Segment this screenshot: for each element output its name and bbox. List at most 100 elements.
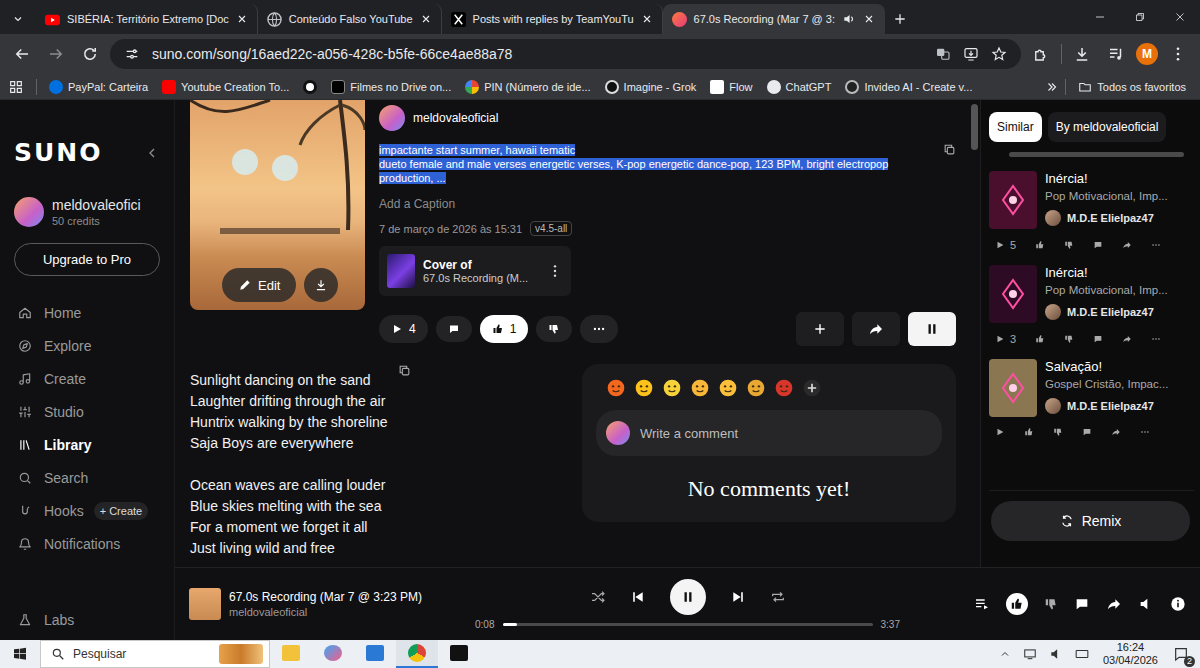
forward-icon[interactable]: [42, 40, 70, 68]
panel-tab[interactable]: By meldovaleoficial: [1048, 112, 1167, 142]
suno-logo[interactable]: SUNO: [14, 138, 102, 167]
speaker-icon[interactable]: [842, 12, 856, 26]
taskbar-app[interactable]: [312, 640, 354, 668]
install-app-icon[interactable]: [963, 46, 979, 62]
media-control-icon[interactable]: [1102, 40, 1130, 68]
copy-lyrics-icon[interactable]: [398, 364, 411, 377]
thumbs-up-icon[interactable]: [1035, 334, 1045, 344]
bookmark[interactable]: PayPal: Carteira: [43, 80, 154, 94]
tray-expand-icon[interactable]: [999, 648, 1011, 660]
new-tab-button[interactable]: [885, 4, 915, 34]
reaction-emoji-icon[interactable]: [690, 378, 710, 398]
nav-item[interactable]: Home: [14, 296, 160, 329]
comment-button[interactable]: [436, 316, 472, 342]
profile-button[interactable]: M: [1136, 43, 1158, 65]
reaction-emoji-icon[interactable]: [746, 378, 766, 398]
download-button[interactable]: [304, 268, 338, 302]
taskbar-app[interactable]: [354, 640, 396, 668]
comment-icon[interactable]: [1093, 240, 1103, 250]
comment-icon[interactable]: [1074, 596, 1090, 612]
more-button[interactable]: [580, 315, 618, 343]
previous-icon[interactable]: [630, 589, 646, 605]
reaction-emoji-icon[interactable]: [606, 378, 626, 398]
repeat-icon[interactable]: [770, 589, 786, 605]
next-icon[interactable]: [730, 589, 746, 605]
like-button[interactable]: 1: [480, 315, 529, 343]
bookmark[interactable]: Flow: [704, 80, 758, 94]
queue-icon[interactable]: [974, 596, 990, 612]
play-count-button[interactable]: 4: [379, 315, 428, 343]
reaction-emoji-icon[interactable]: [662, 378, 682, 398]
panel-tab[interactable]: Similar: [989, 112, 1042, 142]
back-icon[interactable]: [8, 40, 36, 68]
close-tab-icon[interactable]: [420, 13, 432, 25]
player-like-button[interactable]: [1006, 593, 1028, 615]
copy-icon[interactable]: [943, 143, 956, 156]
bookmark[interactable]: Invideo AI - Create v...: [839, 80, 978, 94]
upgrade-button[interactable]: Upgrade to Pro: [14, 243, 160, 276]
more-dots-icon[interactable]: [1151, 240, 1161, 250]
browser-tab[interactable]: Conteúdo Falso YouTube: [258, 4, 442, 34]
labs-item[interactable]: Labs: [14, 603, 160, 636]
bookmark[interactable]: [297, 80, 323, 94]
network-icon[interactable]: [1023, 647, 1037, 661]
play-button[interactable]: [995, 427, 1005, 437]
thumbs-down-icon[interactable]: [1053, 427, 1063, 437]
page-scrollbar[interactable]: [968, 100, 980, 567]
remix-button[interactable]: Remix: [991, 501, 1190, 541]
download-icon[interactable]: [1068, 40, 1096, 68]
play-button[interactable]: 5: [995, 239, 1016, 251]
bookmark[interactable]: ChatGPT: [761, 80, 838, 94]
volume-icon[interactable]: [1049, 647, 1063, 661]
share-arrow-icon[interactable]: [1111, 427, 1121, 437]
thumbs-down-icon[interactable]: [1064, 240, 1074, 250]
similar-song[interactable]: Salvação!Gospel Cristão, Impac...M.D.E E…: [989, 359, 1194, 437]
reaction-emoji-icon[interactable]: [718, 378, 738, 398]
keyboard-icon[interactable]: [1075, 647, 1089, 661]
share-button[interactable]: [852, 312, 900, 346]
all-bookmarks[interactable]: Todos os favoritos: [1072, 80, 1192, 94]
volume-icon[interactable]: [1138, 596, 1154, 612]
close-tab-icon[interactable]: [641, 13, 653, 25]
play-button[interactable]: 3: [995, 333, 1016, 345]
edit-button[interactable]: Edit: [222, 268, 296, 302]
nav-item[interactable]: Notifications: [14, 527, 160, 560]
nav-item[interactable]: Search: [14, 461, 160, 494]
more-dots-icon[interactable]: [1140, 427, 1150, 437]
browser-tab[interactable]: Posts with replies by TeamYouTu: [442, 4, 663, 34]
thumbs-up-icon[interactable]: [1035, 240, 1045, 250]
address-bar[interactable]: suno.com/song/16aed22c-a056-428c-b5fe-66…: [110, 39, 1021, 69]
similar-song[interactable]: Inércia!Pop Motivacional, Imp...M.D.E El…: [989, 265, 1194, 345]
browser-tab[interactable]: SIBÉRIA: Território Extremo [Doc: [36, 4, 258, 34]
extensions-icon[interactable]: [1027, 40, 1055, 68]
translate-icon[interactable]: [935, 46, 951, 62]
thumbs-down-icon[interactable]: [1064, 334, 1074, 344]
share-arrow-icon[interactable]: [1122, 240, 1132, 250]
player-play-pause-button[interactable]: [670, 579, 706, 615]
close-tab-icon[interactable]: [236, 13, 248, 25]
user-profile[interactable]: meldovaleofici50 credits: [14, 197, 160, 227]
reload-icon[interactable]: [76, 40, 104, 68]
comment-input[interactable]: Write a comment: [596, 410, 942, 456]
dislike-button[interactable]: [536, 316, 572, 342]
share-arrow-icon[interactable]: [1106, 596, 1122, 612]
add-to-playlist-button[interactable]: [796, 312, 844, 346]
shuffle-icon[interactable]: [590, 589, 606, 605]
windows-start-icon[interactable]: [0, 646, 40, 662]
nav-item[interactable]: Create: [14, 362, 160, 395]
restore-button[interactable]: [1120, 0, 1160, 34]
taskbar-search[interactable]: Pesquisar: [40, 640, 270, 668]
comment-icon[interactable]: [1082, 427, 1092, 437]
more-bookmarks-icon[interactable]: [1045, 80, 1059, 94]
comment-icon[interactable]: [1093, 334, 1103, 344]
now-playing-title[interactable]: 67.0s Recording (Mar 7 @ 3:23 PM): [229, 590, 422, 604]
thumbs-down-icon[interactable]: [1044, 597, 1058, 611]
close-window-button[interactable]: [1160, 0, 1200, 34]
collapse-icon[interactable]: [144, 145, 160, 161]
reaction-emoji-icon[interactable]: [774, 378, 794, 398]
nav-item[interactable]: Library: [14, 428, 160, 461]
bookmark-star-icon[interactable]: [991, 46, 1007, 62]
bookmark[interactable]: PIN (Número de ide...: [459, 80, 596, 94]
apps-grid-icon[interactable]: [8, 79, 24, 95]
browser-tab[interactable]: 67.0s Recording (Mar 7 @ 3:: [663, 4, 885, 34]
